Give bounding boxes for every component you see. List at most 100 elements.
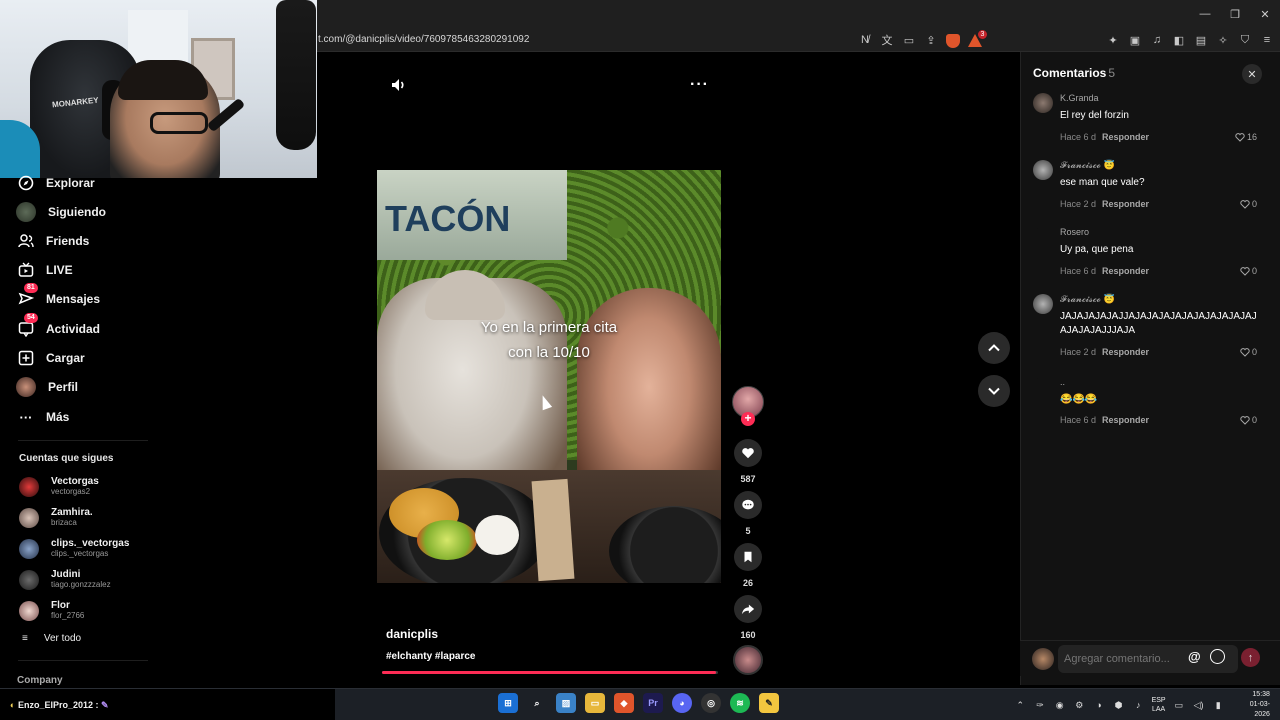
obs-icon[interactable]: ◎ — [701, 693, 721, 713]
video-progress-bar[interactable] — [382, 671, 718, 674]
leo-ai-icon[interactable]: ✧ — [1214, 32, 1232, 48]
reply-button[interactable]: Responder — [1102, 415, 1149, 425]
network-icon[interactable]: ▭ — [1173, 698, 1186, 712]
comment-like-button[interactable]: 0 — [1240, 199, 1257, 209]
extensions-icon[interactable]: ✦ — [1104, 32, 1122, 48]
following-item[interactable]: Judini tiago.gonzzzalez — [19, 569, 111, 590]
video-author[interactable]: danicplis — [386, 627, 438, 641]
brave-browser-icon[interactable]: ◆ — [614, 693, 634, 713]
comment-text: 😂😂😂 — [1060, 394, 1098, 405]
sidebar-item-explorar[interactable]: Explorar — [18, 172, 95, 194]
restore-icon[interactable]: ❐ — [1220, 0, 1250, 28]
vpn-tray-icon[interactable]: ⬢ — [1112, 698, 1125, 712]
sidebar-item-live[interactable]: LIVE — [18, 259, 73, 281]
notes-app-icon[interactable]: ✎ — [759, 693, 779, 713]
following-name: Vectorgas — [51, 476, 99, 487]
avatar[interactable] — [1033, 160, 1053, 180]
previous-video-button[interactable] — [978, 332, 1010, 364]
sidebar-item-actividad[interactable]: 54 Actividad — [18, 313, 100, 340]
share-button[interactable] — [734, 595, 762, 623]
comment-time: Hace 6 d — [1060, 132, 1097, 142]
translate-icon[interactable]: 文 — [878, 32, 896, 48]
reply-button[interactable]: Responder — [1102, 199, 1149, 209]
avatar[interactable] — [1033, 377, 1053, 397]
tab-icon[interactable]: ▣ — [1126, 32, 1144, 48]
volume-tray-icon[interactable]: ◁) — [1192, 698, 1205, 712]
comment-username[interactable]: 𝓕𝓻𝓪𝓷𝓬𝓲𝓼𝓬𝓸 😇 — [1060, 294, 1115, 305]
like-button[interactable] — [734, 439, 762, 467]
vpn-icon[interactable]: ⛉ — [1236, 32, 1254, 48]
volume-icon[interactable] — [390, 76, 408, 94]
comment-meta: Hace 6 d Responder — [1060, 132, 1149, 142]
following-item[interactable]: clips._vectorgas clips._vectorgas — [19, 538, 129, 559]
comment-like-button[interactable]: 0 — [1240, 347, 1257, 357]
music-disc-icon[interactable] — [733, 645, 763, 675]
steam-icon[interactable]: ⚙ — [1073, 698, 1086, 712]
minimize-icon[interactable]: — — [1190, 0, 1220, 28]
following-item[interactable]: Vectorgas vectorgas2 — [19, 476, 99, 497]
spotify-icon[interactable]: ≋ — [730, 693, 750, 713]
video-player[interactable]: TACÓN Yo en la primera cita con la 10/10 — [377, 170, 721, 583]
cast-icon[interactable]: ▭ — [900, 32, 918, 48]
comment-like-button[interactable]: 16 — [1235, 132, 1257, 142]
send-comment-button[interactable]: ↑ — [1241, 648, 1260, 667]
avatar[interactable] — [1033, 227, 1053, 247]
sidebar-toggle-icon[interactable]: ◧ — [1170, 32, 1188, 48]
close-window-icon[interactable]: ✕ — [1250, 0, 1280, 28]
reply-button[interactable]: Responder — [1102, 266, 1149, 276]
language-indicator[interactable]: ESP LAA — [1152, 696, 1166, 714]
pen-icon[interactable]: ✑ — [1034, 698, 1047, 712]
windows-start-icon[interactable]: ⊞ — [498, 693, 518, 713]
sidebar-item-cargar[interactable]: Cargar — [18, 347, 85, 369]
music-icon[interactable]: ♫ — [1148, 32, 1166, 48]
see-all-button[interactable]: ≡ Ver todo — [22, 633, 81, 644]
url-text[interactable]: t.com/@danicplis/video/76097854632802910… — [318, 34, 529, 45]
app-tray-icon[interactable]: ◑ — [1093, 698, 1106, 712]
sidebar-item-siguiendo[interactable]: Siguiendo — [16, 201, 106, 223]
share-icon[interactable]: ⇪ — [922, 32, 940, 48]
sidebar-item-friends[interactable]: Friends — [18, 230, 89, 252]
comment-like-button[interactable]: 0 — [1240, 415, 1257, 425]
discord-tray-icon[interactable]: ◉ — [1053, 698, 1066, 712]
mention-icon[interactable]: @ — [1188, 649, 1201, 664]
sidebar-item-perfil[interactable]: Perfil — [16, 376, 78, 398]
premiere-pro-icon[interactable]: Pr — [643, 693, 663, 713]
comment-like-button[interactable]: 0 — [1240, 266, 1257, 276]
sidebar-item-mas[interactable]: ··· Más — [18, 406, 70, 428]
close-comments-button[interactable]: ✕ — [1242, 64, 1262, 84]
brave-rewards-icon[interactable]: 3 — [966, 30, 987, 48]
next-video-button[interactable] — [978, 375, 1010, 407]
more-options-icon[interactable]: ··· — [690, 76, 709, 94]
wallet-icon[interactable]: ▤ — [1192, 32, 1210, 48]
comment-button[interactable] — [734, 491, 762, 519]
save-button[interactable] — [734, 543, 762, 571]
chevron-up-icon[interactable]: ⌃ — [1014, 698, 1027, 712]
battery-icon[interactable]: ▮ — [1212, 698, 1225, 712]
file-explorer-icon[interactable]: ▭ — [585, 693, 605, 713]
avatar[interactable] — [1033, 294, 1053, 314]
menu-icon[interactable]: ≡ — [1258, 32, 1276, 48]
clock[interactable]: 15:38 01-03-2026 — [1238, 690, 1270, 720]
comment-username[interactable]: K.Granda — [1060, 93, 1099, 103]
video-hashtags[interactable]: #elchanty #laparce — [386, 651, 476, 662]
microphone-icon[interactable]: ♪ — [1132, 698, 1145, 712]
avatar[interactable] — [1033, 93, 1053, 113]
search-icon[interactable]: ⌕ — [527, 693, 547, 713]
reader-off-icon[interactable]: N̸ — [856, 32, 874, 48]
reply-button[interactable]: Responder — [1102, 347, 1149, 357]
discord-icon[interactable]: ◕ — [672, 693, 692, 713]
comment-username[interactable]: .. — [1060, 377, 1065, 387]
reply-button[interactable]: Responder — [1102, 132, 1149, 142]
sidebar-item-mensajes[interactable]: 81 Mensajes — [18, 283, 100, 310]
comment-username[interactable]: Rosero — [1060, 227, 1089, 237]
follow-plus-icon[interactable]: + — [741, 412, 755, 426]
windows-taskbar: ◐ Enzo_ElPro_2012 : ✎ ⊞ ⌕ ▨ ▭ ◆ Pr ◕ ◎ ≋… — [0, 688, 1280, 720]
gallery-icon[interactable]: ▨ — [556, 693, 576, 713]
following-item[interactable]: Flor flor_2766 — [19, 600, 84, 621]
brave-shield-icon[interactable] — [944, 32, 962, 48]
company-link[interactable]: Company — [17, 675, 63, 686]
emoji-icon[interactable] — [1210, 649, 1225, 664]
following-item[interactable]: Zamhira. brizaca — [19, 507, 93, 528]
comment-username[interactable]: 𝓕𝓻𝓪𝓷𝓬𝓲𝓼𝓬𝓸 😇 — [1060, 160, 1115, 171]
comments-title: Comentarios — [1033, 66, 1107, 80]
